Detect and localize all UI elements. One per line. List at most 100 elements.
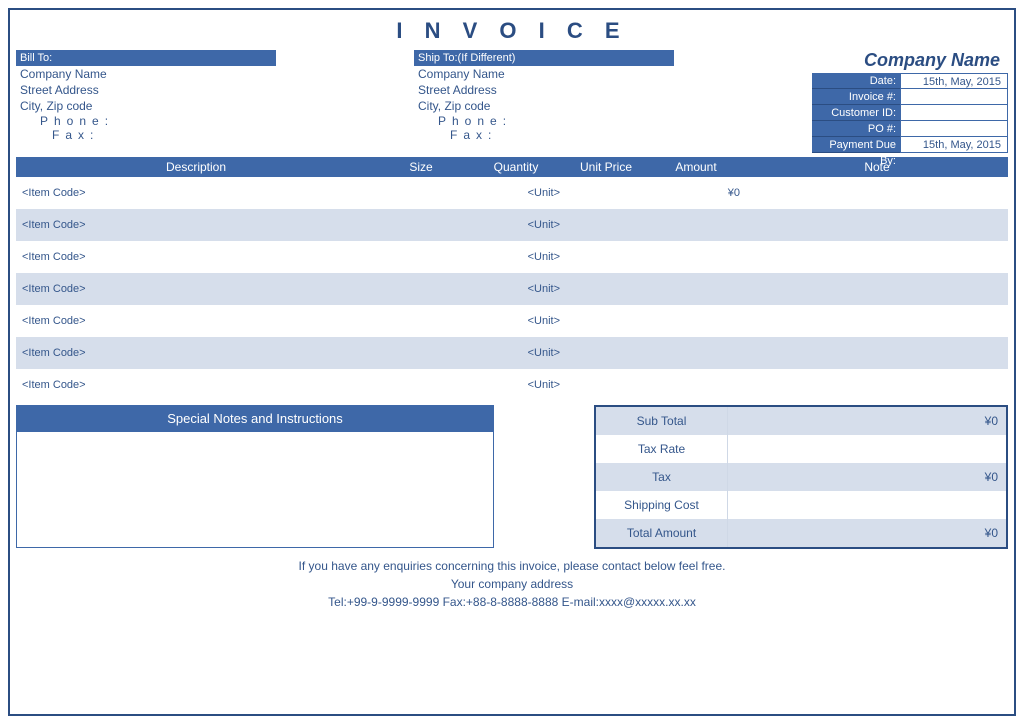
size-cell[interactable] — [376, 241, 466, 273]
table-row: <Item Code> <Unit> — [16, 369, 1008, 401]
col-note: Note — [746, 157, 1008, 177]
meta-label: Invoice #: — [812, 89, 900, 105]
table-row: <Item Code> <Unit> — [16, 305, 1008, 337]
col-description: Description — [16, 157, 376, 177]
note-cell[interactable] — [746, 305, 1008, 337]
size-cell[interactable] — [376, 337, 466, 369]
note-cell[interactable] — [746, 177, 1008, 209]
meta-row: Invoice #: — [812, 89, 1008, 105]
bill-to-street: Street Address — [16, 82, 414, 98]
meta-value[interactable]: 15th, May, 2015 — [900, 137, 1008, 153]
page-title: I N V O I C E — [16, 18, 1008, 44]
totals-box: Sub Total¥0Tax RateTax¥0Shipping CostTot… — [594, 405, 1008, 549]
item-code-cell[interactable]: <Item Code> — [16, 209, 376, 241]
size-cell[interactable] — [376, 369, 466, 401]
ship-to-header: Ship To:(If Different) — [414, 50, 674, 66]
totals-row: Shipping Cost — [596, 491, 1006, 519]
bill-to-fax-label: Fax: — [16, 128, 414, 142]
amount-cell — [646, 241, 746, 273]
totals-row: Total Amount¥0 — [596, 519, 1006, 547]
quantity-cell[interactable]: <Unit> — [466, 209, 566, 241]
size-cell[interactable] — [376, 305, 466, 337]
unit-price-cell[interactable] — [566, 369, 646, 401]
meta-row: Payment Due By:15th, May, 2015 — [812, 137, 1008, 153]
meta-label: Payment Due By: — [812, 137, 900, 153]
top-grid: Bill To: Company Name Street Address Cit… — [16, 50, 1008, 153]
bill-to-phone-label: Phone: — [16, 114, 414, 128]
quantity-cell[interactable]: <Unit> — [466, 305, 566, 337]
item-code-cell[interactable]: <Item Code> — [16, 273, 376, 305]
meta-value[interactable]: 15th, May, 2015 — [900, 73, 1008, 89]
totals-row: Tax Rate — [596, 435, 1006, 463]
item-code-cell[interactable]: <Item Code> — [16, 177, 376, 209]
amount-cell — [646, 209, 746, 241]
totals-value — [728, 491, 1006, 519]
notes-box: Special Notes and Instructions — [16, 405, 494, 549]
note-cell[interactable] — [746, 369, 1008, 401]
meta-label: PO #: — [812, 121, 900, 137]
col-size: Size — [376, 157, 466, 177]
meta-label: Customer ID: — [812, 105, 900, 121]
meta-value[interactable] — [900, 121, 1008, 137]
meta-row: Customer ID: — [812, 105, 1008, 121]
bottom-section: Special Notes and Instructions Sub Total… — [16, 405, 1008, 549]
col-unit-price: Unit Price — [566, 157, 646, 177]
quantity-cell[interactable]: <Unit> — [466, 273, 566, 305]
footer-line-3: Tel:+99-9-9999-9999 Fax:+88-8-8888-8888 … — [16, 593, 1008, 611]
size-cell[interactable] — [376, 209, 466, 241]
totals-value — [728, 435, 1006, 463]
ship-to-fax-label: Fax: — [414, 128, 812, 142]
amount-cell: ¥0 — [646, 177, 746, 209]
unit-price-cell[interactable] — [566, 241, 646, 273]
quantity-cell[interactable]: <Unit> — [466, 337, 566, 369]
table-row: <Item Code> <Unit> — [16, 273, 1008, 305]
note-cell[interactable] — [746, 273, 1008, 305]
table-row: <Item Code> <Unit> — [16, 209, 1008, 241]
size-cell[interactable] — [376, 273, 466, 305]
unit-price-cell[interactable] — [566, 273, 646, 305]
totals-row: Sub Total¥0 — [596, 407, 1006, 435]
unit-price-cell[interactable] — [566, 305, 646, 337]
col-quantity: Quantity — [466, 157, 566, 177]
unit-price-cell[interactable] — [566, 337, 646, 369]
note-cell[interactable] — [746, 209, 1008, 241]
meta-label: Date: — [812, 73, 900, 89]
meta-value[interactable] — [900, 105, 1008, 121]
unit-price-cell[interactable] — [566, 209, 646, 241]
item-code-cell[interactable]: <Item Code> — [16, 241, 376, 273]
ship-to-city: City, Zip code — [414, 98, 812, 114]
note-cell[interactable] — [746, 241, 1008, 273]
footer-line-2: Your company address — [16, 575, 1008, 593]
totals-label: Total Amount — [596, 519, 728, 547]
quantity-cell[interactable]: <Unit> — [466, 177, 566, 209]
totals-value: ¥0 — [728, 463, 1006, 491]
size-cell[interactable] — [376, 177, 466, 209]
ship-to-phone-label: Phone: — [414, 114, 812, 128]
items-header-row: Description Size Quantity Unit Price Amo… — [16, 157, 1008, 177]
meta-value[interactable] — [900, 89, 1008, 105]
totals-label: Tax Rate — [596, 435, 728, 463]
table-row: <Item Code> <Unit> — [16, 337, 1008, 369]
totals-row: Tax¥0 — [596, 463, 1006, 491]
ship-to-section: Ship To:(If Different) Company Name Stre… — [414, 50, 812, 153]
footer-line-1: If you have any enquiries concerning thi… — [16, 557, 1008, 575]
totals-label: Shipping Cost — [596, 491, 728, 519]
totals-label: Sub Total — [596, 407, 728, 435]
bill-to-section: Bill To: Company Name Street Address Cit… — [16, 50, 414, 153]
item-code-cell[interactable]: <Item Code> — [16, 305, 376, 337]
company-name-title: Company Name — [812, 50, 1008, 71]
quantity-cell[interactable]: <Unit> — [466, 369, 566, 401]
footer: If you have any enquiries concerning thi… — [16, 557, 1008, 611]
meta-row: Date:15th, May, 2015 — [812, 73, 1008, 89]
meta-section: Company Name Date:15th, May, 2015Invoice… — [812, 50, 1008, 153]
item-code-cell[interactable]: <Item Code> — [16, 337, 376, 369]
table-row: <Item Code> <Unit> ¥0 — [16, 177, 1008, 209]
notes-body[interactable] — [16, 432, 494, 548]
unit-price-cell[interactable] — [566, 177, 646, 209]
item-code-cell[interactable]: <Item Code> — [16, 369, 376, 401]
note-cell[interactable] — [746, 337, 1008, 369]
quantity-cell[interactable]: <Unit> — [466, 241, 566, 273]
amount-cell — [646, 273, 746, 305]
ship-to-street: Street Address — [414, 82, 812, 98]
amount-cell — [646, 305, 746, 337]
